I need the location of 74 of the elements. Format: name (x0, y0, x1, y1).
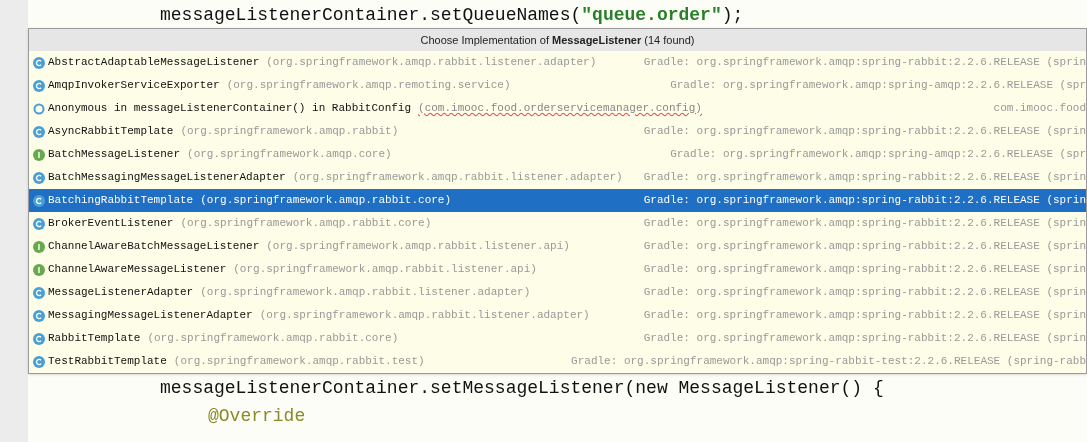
library-location: Gradle: org.springframework.amqp:spring-rabbit:2.2.6.RELEASE (sprin (642, 193, 1086, 209)
class-icon (33, 171, 45, 184)
implementation-item[interactable]: BrokerEventListener (org.springframework.amqp.rabbit.core) Gradle: org.springframework.amqp:spring-rabbit:2.2.6.RELEASE (sprin (29, 212, 1086, 235)
library-location: Gradle: org.springframework.amqp:spring-rabbit:2.2.6.RELEASE (sprin (642, 55, 1086, 71)
interface-icon (33, 240, 45, 253)
class-icon (33, 79, 45, 92)
library-location: Gradle: org.springframework.amqp:spring-amqp:2.2.6.RELEASE (spr (669, 78, 1086, 94)
class-name: BrokerEventListener (48, 216, 174, 232)
interface-icon (33, 263, 45, 276)
package-name: (org.springframework.amqp.rabbit.core) (147, 331, 399, 347)
implementation-item[interactable]: MessageListenerAdapter (org.springframework.amqp.rabbit.listener.adapter) Gradle: org.springframework.amqp:spring-rabbit:2.2.6.RELEASE (sprin (29, 281, 1086, 304)
class-name: BatchMessagingMessageListenerAdapter (48, 170, 286, 186)
popup-title: Choose Implementation of MessageListener (14 found) (420, 32, 695, 48)
package-name: (org.springframework.amqp.rabbit.listener.adapter) (200, 285, 531, 301)
class-name: Anonymous in messageListenerContainer() in RabbitConfig (48, 101, 412, 117)
class-name: TestRabbitTemplate (48, 354, 167, 370)
class-name: AbstractAdaptableMessageListener (48, 55, 260, 71)
interface-icon (33, 148, 45, 161)
package-name: (org.springframework.amqp.rabbit.core) (180, 216, 432, 232)
library-location: com.imooc.food (992, 101, 1086, 117)
library-location: Gradle: org.springframework.amqp:spring-amqp:2.2.6.RELEASE (spr (669, 147, 1086, 163)
implementation-item[interactable]: MessagingMessageListenerAdapter (org.springframework.amqp.rabbit.listener.adapter) Gradle: org.springframework.amqp:spring-rabbit:2.2.6.RELEASE (sprin (29, 304, 1086, 327)
library-location: Gradle: org.springframework.amqp:spring-rabbit:2.2.6.RELEASE (sprin (642, 239, 1086, 255)
class-name: AsyncRabbitTemplate (48, 124, 174, 140)
annotation-text: @Override (208, 404, 306, 428)
class-name: BatchMessageListener (48, 147, 181, 163)
implementation-item[interactable]: AmqpInvokerServiceExporter (org.springframework.amqp.remoting.service) Gradle: org.springframework.amqp:spring-amqp:2.2.6.RELEASE (spr (29, 74, 1086, 97)
library-location: Gradle: org.springframework.amqp:spring-rabbit:2.2.6.RELEASE (sprin (642, 124, 1086, 140)
package-name: (org.springframework.amqp.rabbit.listener.api) (266, 239, 570, 255)
library-location: Gradle: org.springframework.amqp:spring-rabbit:2.2.6.RELEASE (sprin (642, 216, 1086, 232)
class-icon (33, 56, 45, 69)
class-name: ChannelAwareBatchMessageListener (48, 239, 260, 255)
class-icon (33, 125, 45, 138)
class-icon (33, 309, 45, 322)
class-name: AmqpInvokerServiceExporter (48, 78, 220, 94)
package-name: (org.springframework.amqp.rabbit) (180, 124, 399, 140)
code-line: messageListenerContainer.setQueueNames("queue.order"); (160, 4, 744, 26)
class-icon (33, 286, 45, 299)
implementation-item[interactable]: ChannelAwareBatchMessageListener (org.springframework.amqp.rabbit.listener.api) Gradle: org.springframework.amqp:spring-rabbit:2.2.6.RELEASE (sprin (29, 235, 1086, 258)
package-name: (org.springframework.amqp.remoting.service) (226, 78, 511, 94)
implementation-item[interactable]: BatchMessagingMessageListenerAdapter (org.springframework.amqp.rabbit.listener.adapter) Gradle: org.springframework.amqp:spring-rabbit:2.2.6.RELEASE (sprin (29, 166, 1086, 189)
package-name: (org.springframework.amqp.rabbit.core) (200, 193, 452, 209)
class-icon (33, 217, 45, 230)
code-line: messageListenerContainer.setMessageListener(new MessageListener() { (160, 376, 884, 400)
class-name: MessageListenerAdapter (48, 285, 194, 301)
class-name: BatchingRabbitTemplate (48, 193, 194, 209)
package-name: (org.springframework.amqp.rabbit.listener.api) (233, 262, 537, 278)
implementation-item[interactable]: Anonymous in messageListenerContainer() in RabbitConfig (com.imooc.food.orderservicemanager.config) com.imooc.food (29, 97, 1086, 120)
library-location: Gradle: org.springframework.amqp:spring-rabbit:2.2.6.RELEASE (sprin (642, 170, 1086, 186)
package-name: (org.springframework.amqp.rabbit.listener.adapter) (292, 170, 623, 186)
implementation-item[interactable]: BatchMessageListener (org.springframework.amqp.core) Gradle: org.springframework.amqp:spring-amqp:2.2.6.RELEASE (spr (29, 143, 1086, 166)
library-location: Gradle: org.springframework.amqp:spring-rabbit:2.2.6.RELEASE (sprin (642, 331, 1086, 347)
implementation-item[interactable]: ChannelAwareMessageListener (org.springframework.amqp.rabbit.listener.api) Gradle: org.springframework.amqp:spring-rabbit:2.2.6.RELEASE (sprin (29, 258, 1086, 281)
anonymous-class-icon (33, 102, 45, 115)
class-icon (33, 194, 45, 207)
implementation-item[interactable]: TestRabbitTemplate (org.springframework.amqp.rabbit.test) Gradle: org.springframework.amqp:spring-rabbit-test:2.2.6.RELEASE (spring-rabb (29, 350, 1086, 373)
implementation-item[interactable]: AsyncRabbitTemplate (org.springframework.amqp.rabbit) Gradle: org.springframework.amqp:spring-rabbit:2.2.6.RELEASE (sprin (29, 120, 1086, 143)
library-location: Gradle: org.springframework.amqp:spring-rabbit-test:2.2.6.RELEASE (spring-rabb (570, 354, 1086, 370)
class-name: ChannelAwareMessageListener (48, 262, 227, 278)
class-name: RabbitTemplate (48, 331, 141, 347)
implementation-item[interactable]: RabbitTemplate (org.springframework.amqp.rabbit.core) Gradle: org.springframework.amqp:spring-rabbit:2.2.6.RELEASE (sprin (29, 327, 1086, 350)
package-name: (org.springframework.amqp.rabbit.listener.adapter) (259, 308, 590, 324)
package-name: (org.springframework.amqp.core) (187, 147, 392, 163)
library-location: Gradle: org.springframework.amqp:spring-rabbit:2.2.6.RELEASE (sprin (642, 262, 1086, 278)
library-location: Gradle: org.springframework.amqp:spring-rabbit:2.2.6.RELEASE (sprin (642, 308, 1086, 324)
package-name: (com.imooc.food.orderservicemanager.config) (418, 101, 702, 117)
package-name: (org.springframework.amqp.rabbit.listener.adapter) (266, 55, 597, 71)
class-icon (33, 355, 45, 368)
package-name: (org.springframework.amqp.rabbit.test) (173, 354, 425, 370)
class-icon (33, 332, 45, 345)
implementation-item[interactable]: BatchingRabbitTemplate (org.springframework.amqp.rabbit.core) Gradle: org.springframework.amqp:spring-rabbit:2.2.6.RELEASE (sprin (29, 189, 1086, 212)
implementation-item[interactable]: AbstractAdaptableMessageListener (org.springframework.amqp.rabbit.listener.adapter) Gradle: org.springframework.amqp:spring-rabbit:2.2.6.RELEASE (sprin (29, 51, 1086, 74)
class-name: MessagingMessageListenerAdapter (48, 308, 253, 324)
library-location: Gradle: org.springframework.amqp:spring-rabbit:2.2.6.RELEASE (sprin (642, 285, 1086, 301)
